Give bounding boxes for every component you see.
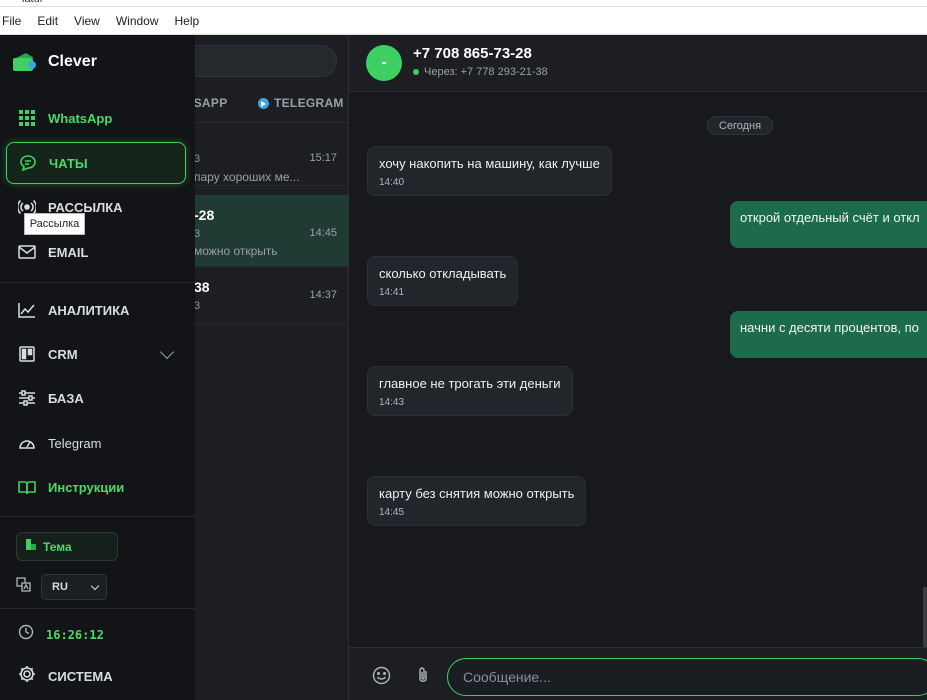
clock: 16:26:12 [18,624,104,645]
clock-icon [18,624,34,645]
message-text: хочу накопить на машину, как лучше [379,156,600,171]
theme-icon [25,538,37,556]
message-incoming: сколько откладывать 14:41 [367,256,519,306]
conversation-name: 38 [194,279,210,295]
sidebar-item-label: EMAIL [48,244,89,260]
menu-help[interactable]: Help [175,14,200,28]
grid-icon [18,109,36,127]
sidebar-item-label: WhatsApp [48,110,113,126]
menu-edit[interactable]: Edit [37,14,58,28]
telegram-icon [258,97,269,109]
message-time: 14:40 [379,177,405,188]
clock-time: 16:26:12 [46,627,104,642]
scrollbar[interactable] [923,587,927,647]
theme-label: Тема [43,539,72,554]
system-label: СИСТЕМА [48,669,113,684]
divider [0,282,195,283]
translate-icon [16,577,31,597]
attach-icon[interactable] [413,665,433,685]
brand-name: Clever [48,53,97,70]
date-separator: Сегодня [707,116,773,135]
menu-file[interactable]: File [2,14,21,28]
chevron-down-icon[interactable] [159,344,175,360]
message-text: главное не трогать эти деньги [379,376,561,391]
sidebar-item-telegram[interactable]: Telegram [6,423,186,463]
tooltip: Рассылка [24,213,85,235]
board-icon [18,345,36,363]
message-text: открой отдельный счёт и откл [740,210,920,225]
message-outgoing: начни с десяти процентов, по [730,311,927,358]
conversation-time: 15:17 [309,152,337,164]
emoji-icon[interactable] [371,665,391,685]
conversation-name: -28 [194,207,215,223]
via-line: Через: +7 778 293-21-38 [413,66,548,78]
message-incoming: карту без снятия можно открыть 14:45 [367,476,587,526]
message-text: начни с десяти процентов, по [740,320,919,335]
sidebar-item-base[interactable]: БАЗА [6,378,186,418]
sidebar-item-label: CRM [48,346,78,362]
message-input[interactable]: Сообщение... [447,658,927,696]
gear-icon [18,665,36,688]
menu-window[interactable]: Window [116,14,159,28]
message-text: карту без снятия можно открыть [379,486,575,501]
theme-button[interactable]: Тема [16,532,118,561]
window-title: latui [22,0,42,5]
window-titlebar: latui [0,0,927,7]
sidebar-item-chats[interactable]: ЧАТЫ [6,142,186,184]
message-incoming: главное не трогать эти деньги 14:43 [367,366,573,416]
language-select[interactable]: RU [41,574,107,600]
sidebar: Clever WhatsApp ЧАТЫ РАССЫЛКА EMAIL АНАЛ… [0,35,195,700]
sidebar-item-label: АНАЛИТИКА [48,302,130,318]
tab-telegram[interactable]: TELEGRAM [258,96,344,110]
tab-telegram-label: TELEGRAM [274,96,344,110]
language-value: RU [52,581,68,593]
sidebar-item-email[interactable]: EMAIL [6,232,186,272]
logo-icon [12,51,38,73]
message-time: 14:43 [379,397,405,408]
gauge-icon [18,434,36,452]
menu-view[interactable]: View [74,14,100,28]
divider [0,608,195,609]
sidebar-item-instructions[interactable]: Инструкции [6,467,186,507]
conversation-preview: пару хороших ме... [194,170,300,184]
contact-phone: +7 708 865-73-28 [413,45,532,62]
chevron-down-icon [90,581,100,590]
chart-line-icon [18,301,36,319]
message-time: 14:41 [379,287,405,298]
conversation-preview: можно открыть [194,244,278,258]
sidebar-item-label: ЧАТЫ [49,155,88,171]
online-dot-icon [413,69,419,75]
chat-bubble-icon [19,154,37,172]
mail-icon [18,243,36,261]
book-icon [18,478,36,496]
conversation-time: 14:45 [309,227,337,239]
language-row: RU [16,574,107,600]
conversation-panel: - +7 708 865-73-28 Через: +7 778 293-21-… [349,35,927,700]
message-outgoing: открой отдельный счёт и откл [730,201,927,248]
app: TSAPP TELEGRAM 3 пару хороших ме... 15:1… [0,35,927,700]
sidebar-item-label: БАЗА [48,390,84,406]
sidebar-item-whatsapp[interactable]: WhatsApp [6,98,186,138]
conversation-time: 14:37 [309,289,337,301]
sidebar-item-label: Инструкции [48,479,125,495]
system-button[interactable]: СИСТЕМА [18,665,113,688]
menubar: File Edit View Window Help [0,7,927,35]
conversation-header: - +7 708 865-73-28 Через: +7 778 293-21-… [349,35,927,92]
message-composer: Сообщение... [349,647,927,700]
message-incoming: хочу накопить на машину, как лучше 14:40 [367,146,612,196]
sidebar-item-label: Telegram [48,435,102,451]
message-text: сколько откладывать [379,266,507,281]
avatar[interactable]: - [366,45,402,81]
via-number: Через: +7 778 293-21-38 [424,66,548,78]
divider [0,516,195,517]
message-time: 14:45 [379,507,405,518]
sidebar-item-crm[interactable]: CRM [6,334,186,374]
sliders-icon [18,389,36,407]
brand[interactable]: Clever [12,51,97,73]
sidebar-item-analytics[interactable]: АНАЛИТИКА [6,290,186,330]
